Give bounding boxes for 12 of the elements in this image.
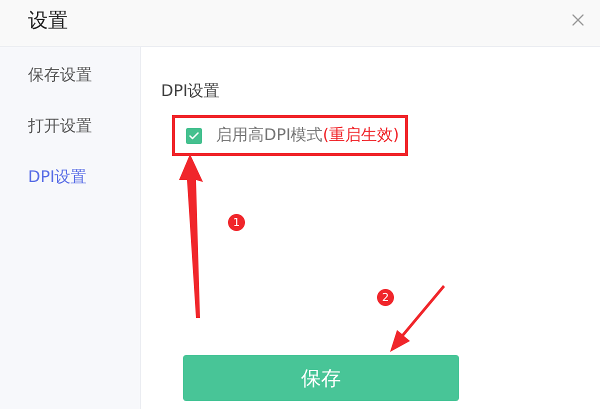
check-icon (188, 130, 200, 142)
step-number: 1 (228, 214, 245, 231)
window-title: 设置 (28, 6, 68, 34)
section-title: DPI设置 (161, 81, 220, 102)
arrow (390, 285, 445, 352)
restart-note: (重启生效) (322, 125, 400, 146)
sidebar-item[interactable]: 保存设置 (0, 61, 140, 89)
sidebar-item[interactable]: 打开设置 (0, 112, 140, 140)
step-number: 2 (377, 289, 394, 306)
checkbox[interactable] (186, 128, 202, 144)
checkbox-label: 启用高DPI模式 (216, 125, 323, 146)
sidebar-item[interactable]: DPI设置 (0, 163, 140, 191)
